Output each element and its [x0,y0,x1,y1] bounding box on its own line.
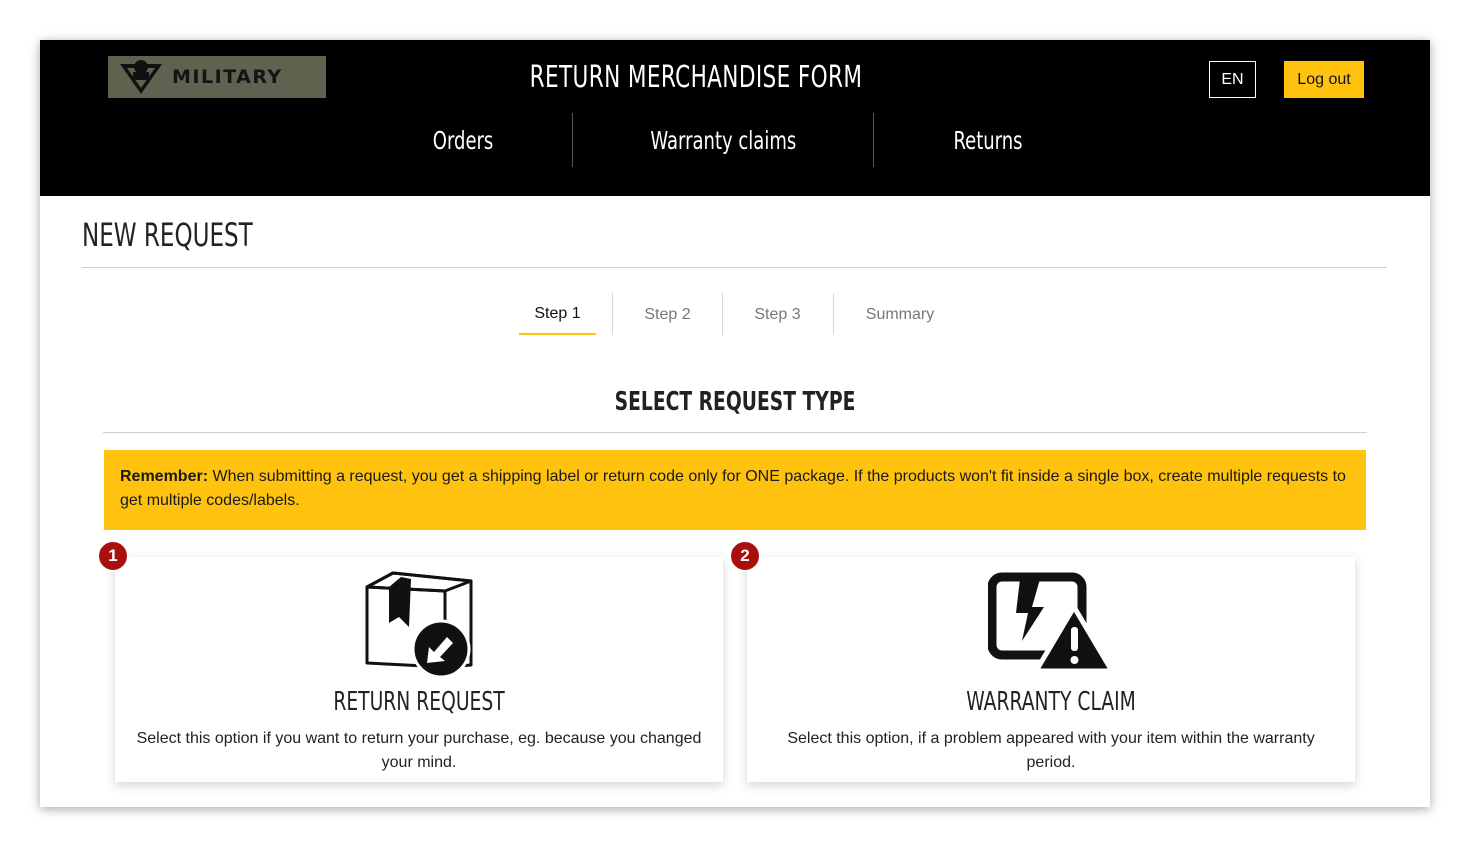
language-selector[interactable]: EN [1209,61,1256,98]
nav-returns[interactable]: Returns [928,113,1048,167]
divider [82,267,1387,268]
header: MILITARY RETURN MERCHANDISE FORM EN Log … [40,40,1430,196]
step-divider [612,293,613,335]
option-description: Select this option if you want to return… [136,730,702,771]
nav-divider [572,113,573,167]
option-number-badge: 2 [729,540,761,572]
summary-tab[interactable]: Summary [855,295,945,335]
nav-returns-label: Returns [953,125,1023,155]
nav-warranty-claims[interactable]: Warranty claims [623,113,823,167]
nav-orders[interactable]: Orders [413,113,513,167]
nav-orders-label: Orders [432,125,494,155]
divider [103,432,1367,433]
step-3-tab[interactable]: Step 3 [740,295,815,335]
warranty-claim-option[interactable]: WARRANTY CLAIM Select this option, if a … [747,557,1355,782]
step-divider [722,293,723,335]
option-number-badge: 1 [97,540,129,572]
notice-label: Remember: [120,468,209,485]
return-request-option[interactable]: RETURN REQUEST Select this option if you… [115,557,723,782]
logout-button[interactable]: Log out [1284,61,1364,98]
page-title: NEW REQUEST [82,216,253,254]
app-window: MILITARY RETURN MERCHANDISE FORM EN Log … [40,40,1430,807]
nav-divider [873,113,874,167]
notice-text: When submitting a request, you get a shi… [120,468,1346,509]
main-nav: Orders Warranty claims Returns [40,113,1430,167]
soldier-emblem-icon [120,60,162,94]
step-divider [833,293,834,335]
broken-device-warning-icon [988,572,1114,674]
option-title: RETURN REQUEST [333,687,505,717]
notice-banner: Remember: When submitting a request, you… [104,450,1366,530]
package-return-icon [365,571,473,679]
step-2-tab[interactable]: Step 2 [630,295,705,335]
app-title: RETURN MERCHANDISE FORM [529,60,863,95]
option-title: WARRANTY CLAIM [966,687,1136,717]
step-1-tab[interactable]: Step 1 [519,295,596,335]
section-title: SELECT REQUEST TYPE [614,387,856,417]
option-description: Select this option, if a problem appeare… [787,730,1315,771]
nav-warranty-claims-label: Warranty claims [650,125,796,155]
